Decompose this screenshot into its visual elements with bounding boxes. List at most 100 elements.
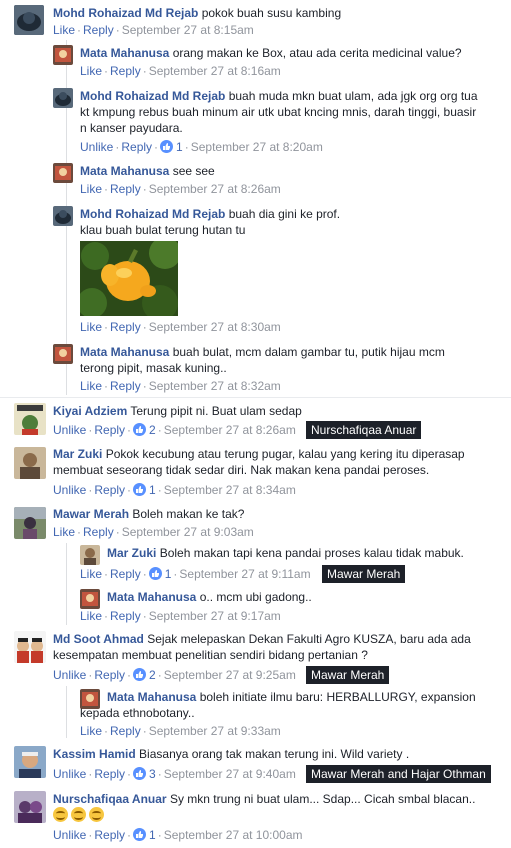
avatar-image	[80, 545, 100, 565]
commenter-name[interactable]: Mawar Merah	[53, 507, 129, 521]
avatar-image	[14, 507, 46, 539]
commenter-name[interactable]: Kassim Hamid	[53, 747, 136, 761]
reply-link[interactable]: Reply	[110, 182, 141, 196]
unlike-link[interactable]: Unlike	[53, 483, 86, 497]
avatar-image	[53, 206, 73, 226]
reply-link[interactable]: Reply	[110, 567, 141, 581]
reaction-count[interactable]: 2	[149, 423, 156, 437]
commenter-name[interactable]: Kiyai Adziem	[53, 404, 127, 418]
timestamp[interactable]: September 27 at 10:00am	[164, 828, 303, 842]
reply-link[interactable]: Reply	[110, 379, 141, 393]
commenter-name[interactable]: Mata Mahanusa	[80, 164, 169, 178]
avatar[interactable]	[53, 45, 73, 65]
like-link[interactable]: Like	[80, 64, 102, 78]
like-link[interactable]: Like	[80, 567, 102, 581]
avatar[interactable]	[53, 344, 73, 364]
reply-link[interactable]: Reply	[94, 483, 125, 497]
like-reaction-icon[interactable]	[160, 140, 174, 153]
commenter-name[interactable]: Mar Zuki	[53, 447, 102, 461]
like-reaction-icon[interactable]	[133, 828, 147, 841]
reply-link[interactable]: Reply	[83, 23, 114, 37]
reply-link[interactable]: Reply	[94, 423, 125, 437]
reply-link[interactable]: Reply	[94, 668, 125, 682]
reply-link[interactable]: Reply	[94, 828, 125, 842]
timestamp[interactable]: September 27 at 8:15am	[122, 23, 254, 37]
avatar[interactable]	[53, 206, 73, 226]
comment-actions: Like · Reply · September 27 at 8:30am	[80, 320, 281, 334]
fruit-photo-image	[80, 241, 178, 316]
timestamp[interactable]: September 27 at 8:34am	[164, 483, 296, 497]
like-reaction-icon[interactable]	[133, 423, 147, 436]
reply-link[interactable]: Reply	[110, 609, 141, 623]
avatar-image	[53, 344, 73, 364]
tagged-name-tooltip: Nurschafiqaa Anuar	[306, 421, 422, 439]
timestamp[interactable]: September 27 at 9:25am	[164, 668, 296, 682]
commenter-name[interactable]: Mata Mahanusa	[107, 590, 196, 604]
commenter-name[interactable]: Nurschafiqaa Anuar	[53, 792, 167, 806]
comment-photo[interactable]	[80, 241, 178, 316]
comment-actions: Like · Reply · September 27 at 8:15am	[53, 23, 254, 37]
commenter-name[interactable]: Mar Zuki	[107, 546, 156, 560]
timestamp[interactable]: September 27 at 9:40am	[164, 767, 296, 781]
comment-text-line-2: klau buah bulat terung hutan tu	[80, 223, 246, 237]
like-link[interactable]: Like	[53, 23, 75, 37]
reaction-count[interactable]: 1	[149, 483, 156, 497]
comment-actions: Like · Reply · September 27 at 8:32am	[80, 379, 281, 393]
like-link[interactable]: Like	[80, 609, 102, 623]
reply-link[interactable]: Reply	[83, 525, 114, 539]
like-link[interactable]: Like	[80, 379, 102, 393]
avatar[interactable]	[14, 5, 44, 35]
timestamp[interactable]: September 27 at 9:11am	[179, 567, 310, 581]
commenter-name[interactable]: Mohd Rohaizad Md Rejab	[80, 89, 225, 103]
avatar[interactable]	[14, 791, 46, 823]
like-link[interactable]: Like	[80, 320, 102, 334]
avatar[interactable]	[14, 507, 46, 539]
unlike-link[interactable]: Unlike	[53, 423, 86, 437]
unlike-link[interactable]: Unlike	[80, 140, 113, 154]
unlike-link[interactable]: Unlike	[53, 767, 86, 781]
like-link[interactable]: Like	[53, 525, 75, 539]
comment-actions: Unlike · Reply · 1 · September 27 at 8:34am	[53, 483, 296, 497]
reply-link[interactable]: Reply	[94, 767, 125, 781]
timestamp[interactable]: September 27 at 9:33am	[149, 724, 281, 738]
unlike-link[interactable]: Unlike	[53, 828, 86, 842]
commenter-name[interactable]: Mata Mahanusa	[80, 345, 169, 359]
avatar[interactable]	[53, 163, 73, 183]
reply-link[interactable]: Reply	[121, 140, 152, 154]
avatar[interactable]	[14, 447, 46, 479]
reaction-count[interactable]: 1	[149, 828, 156, 842]
avatar[interactable]	[80, 545, 100, 565]
commenter-name[interactable]: Md Soot Ahmad	[53, 632, 144, 646]
reaction-count[interactable]: 2	[149, 668, 156, 682]
commenter-name[interactable]: Mata Mahanusa	[80, 46, 169, 60]
avatar[interactable]	[53, 88, 73, 108]
reply-link[interactable]: Reply	[110, 724, 141, 738]
timestamp[interactable]: September 27 at 9:17am	[149, 609, 281, 623]
timestamp[interactable]: September 27 at 8:32am	[149, 379, 281, 393]
timestamp[interactable]: September 27 at 8:30am	[149, 320, 281, 334]
like-link[interactable]: Like	[80, 724, 102, 738]
reply-link[interactable]: Reply	[110, 320, 141, 334]
reaction-count[interactable]: 1	[176, 140, 183, 154]
like-reaction-icon[interactable]	[148, 567, 162, 580]
commenter-name[interactable]: Mata Mahanusa	[107, 690, 196, 704]
timestamp[interactable]: September 27 at 8:26am	[164, 423, 296, 437]
avatar[interactable]	[14, 403, 46, 435]
like-reaction-icon[interactable]	[133, 668, 147, 681]
commenter-name[interactable]: Mohd Rohaizad Md Rejab	[80, 207, 225, 221]
timestamp[interactable]: September 27 at 8:20am	[191, 140, 323, 154]
avatar[interactable]	[14, 631, 46, 663]
timestamp[interactable]: September 27 at 8:26am	[149, 182, 281, 196]
timestamp[interactable]: September 27 at 9:03am	[122, 525, 254, 539]
avatar[interactable]	[14, 746, 46, 778]
like-reaction-icon[interactable]	[133, 767, 147, 780]
reaction-count[interactable]: 1	[165, 567, 172, 581]
avatar[interactable]	[80, 589, 100, 609]
timestamp[interactable]: September 27 at 8:16am	[149, 64, 281, 78]
like-reaction-icon[interactable]	[133, 483, 147, 496]
like-link[interactable]: Like	[80, 182, 102, 196]
unlike-link[interactable]: Unlike	[53, 668, 86, 682]
reply-link[interactable]: Reply	[110, 64, 141, 78]
reaction-count[interactable]: 3	[149, 767, 156, 781]
commenter-name[interactable]: Mohd Rohaizad Md Rejab	[53, 6, 198, 20]
